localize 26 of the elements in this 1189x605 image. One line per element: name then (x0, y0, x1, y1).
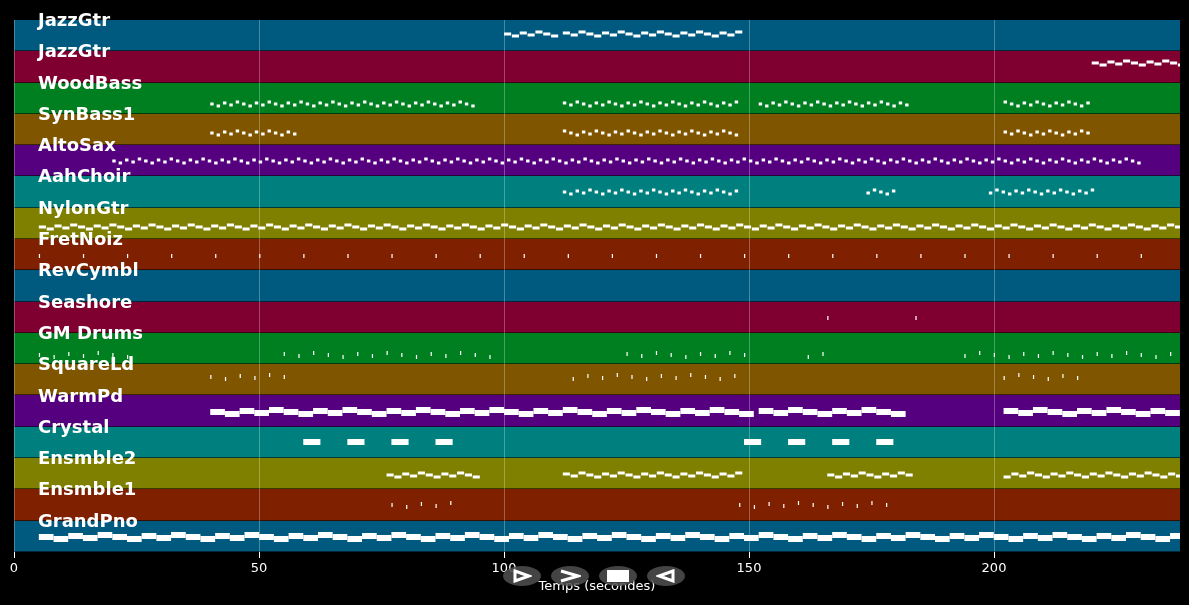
axis-tick-label: 150 (736, 560, 762, 575)
track-label: JazzGtr (38, 40, 111, 63)
axis-title: Temps (secondes) (538, 578, 656, 593)
axis-tick-label: 200 (981, 560, 1007, 575)
track-label: GrandPno (38, 509, 138, 532)
track-label: AltoSax (38, 134, 116, 157)
track-label: FretNoiz (38, 228, 123, 251)
track-label: JazzGtr (38, 9, 111, 31)
chevron-icon (559, 569, 581, 583)
axis-tick-label: 100 (491, 560, 517, 575)
track-label: WoodBass (38, 71, 143, 94)
track-label: NylonGtr (38, 196, 129, 219)
track-label: AahChoir (38, 165, 131, 188)
triangle-left-icon (656, 569, 676, 583)
track-label: WarmPd (38, 384, 124, 407)
track-label: Seashore (38, 290, 133, 313)
track-label: RevCymbl (38, 259, 139, 282)
track-label: Crystal (38, 415, 110, 438)
track-label: GM Drums (38, 321, 144, 344)
track-label: Ensmble1 (38, 478, 137, 501)
track-label: Ensmble2 (38, 447, 137, 470)
axis-tick-label: 0 (9, 560, 19, 575)
axis-tick-label: 50 (250, 560, 268, 575)
stop-icon (607, 570, 629, 582)
track-label: SquareLd (38, 353, 135, 376)
track-label: SynBass1 (38, 102, 136, 125)
